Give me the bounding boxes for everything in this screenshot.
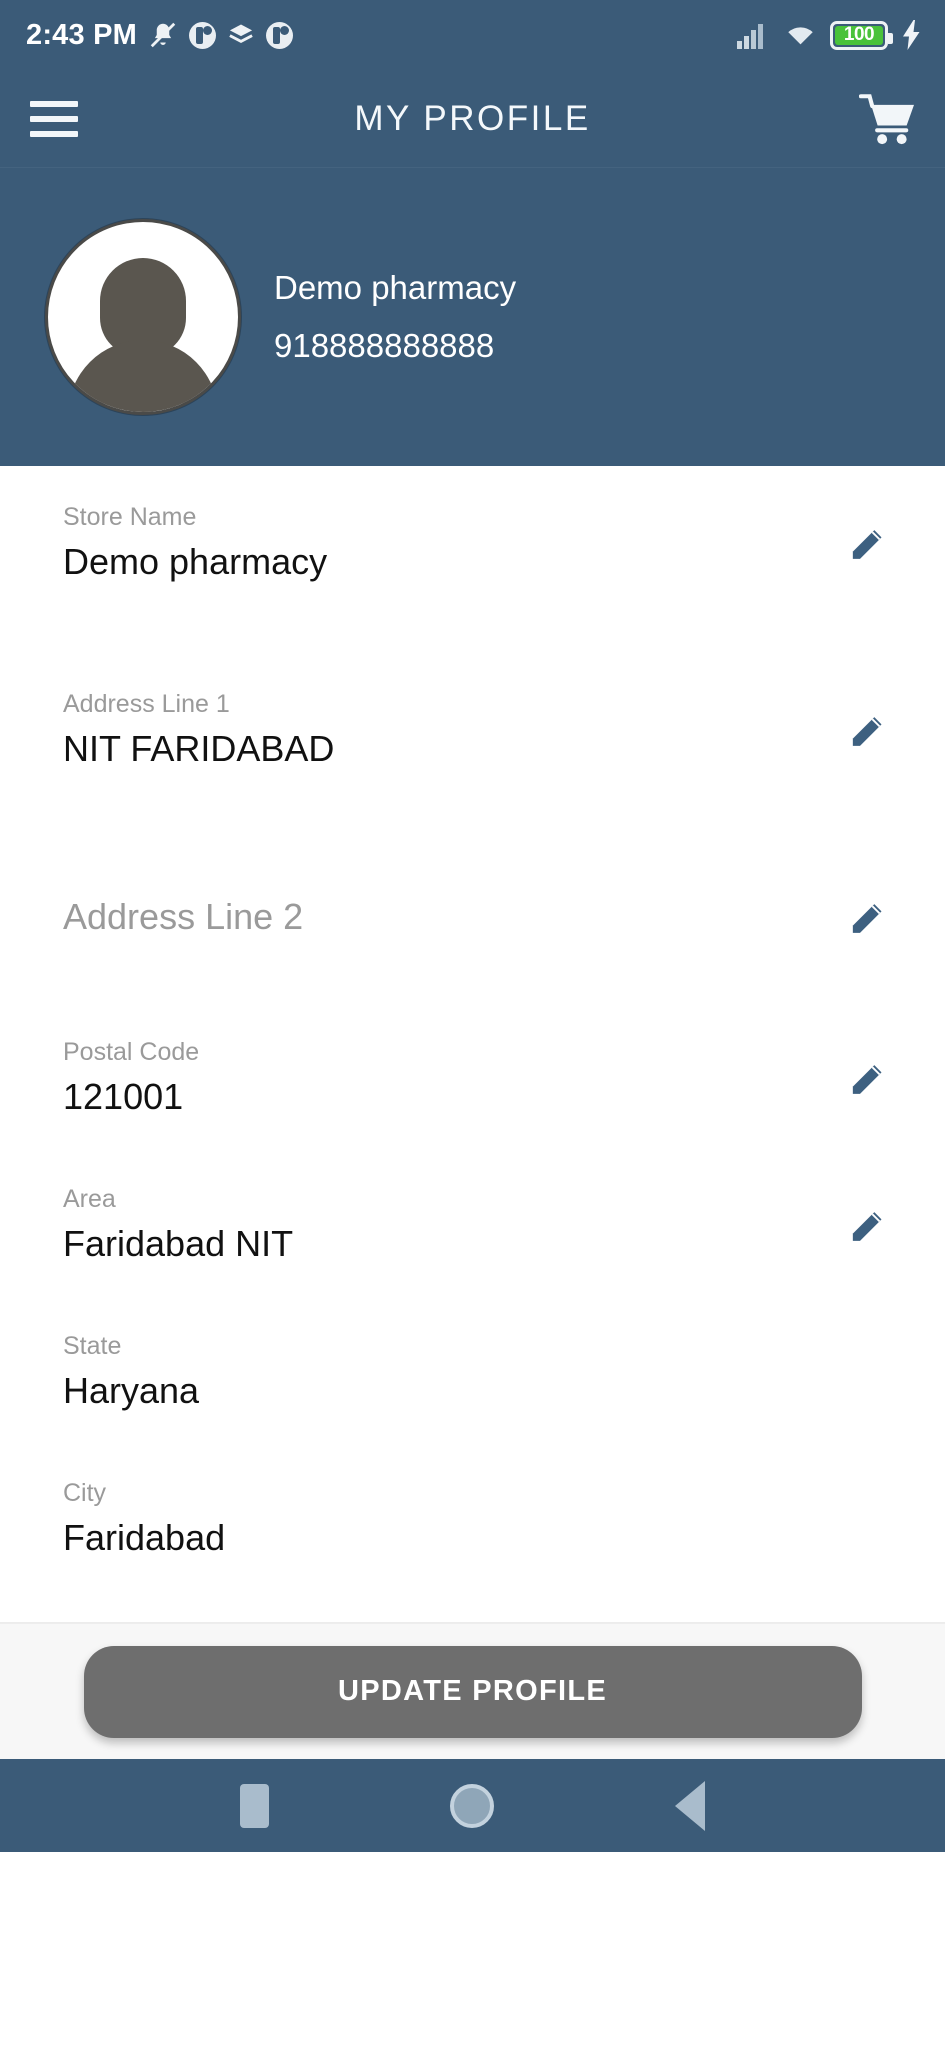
avatar[interactable] — [45, 219, 241, 415]
field-spacer — [0, 1136, 945, 1166]
field-value: Faridabad NIT — [63, 1222, 294, 1264]
field-area[interactable]: Area Faridabad NIT — [0, 1166, 945, 1283]
circle-home-icon[interactable] — [449, 1783, 494, 1828]
field-state: State Haryana — [0, 1313, 945, 1430]
shopping-cart-icon[interactable] — [859, 93, 917, 145]
field-spacer — [0, 601, 945, 671]
hamburger-line — [30, 115, 78, 122]
pencil-edit-icon[interactable] — [847, 1058, 887, 1098]
field-value: Demo pharmacy — [63, 540, 328, 582]
field-label: City — [63, 1478, 107, 1507]
field-label: Address Line 1 — [63, 689, 230, 718]
profile-header: Demo pharmacy 918888888888 — [0, 168, 945, 466]
field-placeholder: Address Line 2 — [63, 895, 304, 937]
field-value: 121001 — [63, 1075, 184, 1117]
page-title: MY PROFILE — [354, 98, 591, 138]
profile-form: Store Name Demo pharmacy Address Line 1 … — [0, 466, 945, 1623]
field-spacer — [0, 975, 945, 1019]
profile-name: Demo pharmacy — [274, 269, 517, 306]
android-navigation-bar — [0, 1759, 945, 1852]
field-label: Store Name — [63, 502, 197, 531]
field-city: City Faridabad — [0, 1460, 945, 1577]
battery-level-label: 100 — [843, 24, 875, 45]
profile-header-text: Demo pharmacy 918888888888 — [274, 269, 516, 365]
status-bar-right: 100 — [737, 20, 923, 50]
pencil-edit-icon[interactable] — [847, 1205, 887, 1245]
field-spacer — [0, 1430, 945, 1460]
triangle-back-icon[interactable] — [674, 1780, 705, 1831]
field-value: Haryana — [63, 1369, 200, 1411]
pencil-edit-icon[interactable] — [847, 710, 887, 750]
wifi-icon — [785, 25, 816, 47]
status-bar-clock: 2:43 PM — [26, 18, 137, 51]
pencil-edit-icon[interactable] — [847, 523, 887, 563]
profile-phone: 918888888888 — [274, 327, 495, 364]
field-value: Faridabad — [63, 1516, 226, 1558]
app-bar: MY PROFILE — [0, 70, 945, 168]
field-address-line-2[interactable]: Address Line 2 — [0, 858, 945, 975]
cellular-signal-icon — [737, 23, 763, 49]
layers-icon — [229, 24, 253, 43]
field-label: Postal Code — [63, 1037, 200, 1066]
battery-icon: 100 — [830, 20, 893, 50]
field-spacer — [0, 788, 945, 858]
field-label: State — [63, 1331, 122, 1360]
field-postal-code[interactable]: Postal Code 121001 — [0, 1019, 945, 1136]
pencil-edit-icon[interactable] — [847, 897, 887, 937]
phone-screen: 2:43 PM 100 MY PROFILE Demo pharmacy 918… — [0, 0, 945, 2048]
update-profile-button[interactable]: UPDATE PROFILE — [83, 1645, 862, 1738]
field-spacer — [0, 1283, 945, 1313]
field-label: Area — [63, 1184, 116, 1213]
square-recents-icon[interactable] — [240, 1783, 270, 1828]
field-value: NIT FARIDABAD — [63, 727, 335, 769]
hamburger-menu-icon[interactable] — [30, 100, 78, 137]
form-footer: UPDATE PROFILE — [0, 1623, 945, 1759]
app-notification-icon — [266, 21, 293, 49]
status-bar: 2:43 PM 100 — [0, 0, 945, 70]
hamburger-line — [30, 100, 78, 107]
charging-bolt-icon — [903, 20, 920, 50]
form-section-divider — [0, 1577, 945, 1623]
app-notification-icon — [189, 21, 216, 49]
status-bar-left: 2:43 PM — [26, 19, 293, 52]
field-address-line-1[interactable]: Address Line 1 NIT FARIDABAD — [0, 671, 945, 788]
hamburger-line — [30, 130, 78, 137]
bell-mute-icon — [150, 22, 176, 48]
field-store-name[interactable]: Store Name Demo pharmacy — [0, 484, 945, 601]
avatar-body-shape — [68, 340, 218, 412]
